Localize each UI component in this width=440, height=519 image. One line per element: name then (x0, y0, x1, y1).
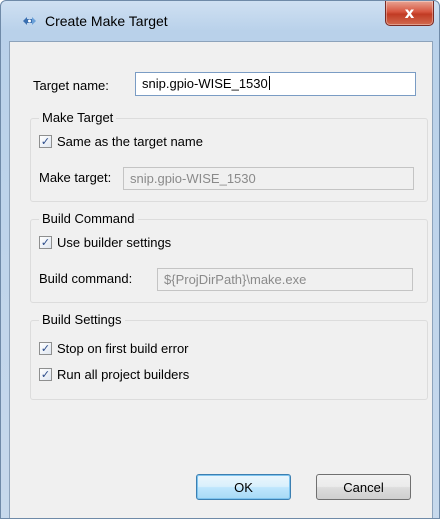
target-name-label: Target name: (33, 77, 109, 93)
run-all-builders-checkbox[interactable]: ✓ Run all project builders (39, 367, 189, 382)
build-command-group: Build Command ✓ Use builder settings Bui… (30, 211, 428, 303)
checkbox-checked-icon: ✓ (39, 368, 52, 381)
same-as-target-name-label: Same as the target name (57, 134, 203, 149)
make-target-value: snip.gpio-WISE_1530 (130, 171, 256, 186)
create-make-target-dialog: Create Make Target x Target name: snip.g… (0, 0, 440, 519)
window-title: Create Make Target (45, 13, 168, 29)
build-command-group-title: Build Command (39, 211, 138, 226)
checkbox-checked-icon: ✓ (39, 342, 52, 355)
close-icon: x (404, 4, 415, 22)
build-settings-group: Build Settings ✓ Stop on first build err… (30, 312, 428, 400)
cancel-button[interactable]: Cancel (316, 474, 411, 500)
target-name-input[interactable]: snip.gpio-WISE_1530 (135, 72, 416, 96)
build-settings-group-title: Build Settings (39, 312, 125, 327)
build-command-label: Build command: (39, 271, 133, 286)
run-all-builders-label: Run all project builders (57, 367, 190, 382)
title-bar[interactable]: Create Make Target x (1, 1, 439, 41)
ok-button-label: OK (234, 479, 253, 495)
make-target-field[interactable]: snip.gpio-WISE_1530 (123, 167, 414, 190)
make-target-row: Make target: (39, 170, 111, 185)
dialog-body: Target name: snip.gpio-WISE_1530 Make Ta… (9, 41, 433, 518)
make-target-label: Make target: (39, 170, 112, 185)
checkbox-checked-icon: ✓ (39, 135, 52, 148)
build-command-value: ${ProjDirPath}\make.exe (164, 272, 307, 287)
cancel-button-label: Cancel (343, 479, 384, 495)
text-caret (268, 76, 270, 90)
use-builder-settings-label: Use builder settings (57, 235, 172, 250)
checkbox-checked-icon: ✓ (39, 236, 52, 249)
stop-on-first-error-checkbox[interactable]: ✓ Stop on first build error (39, 341, 189, 356)
ok-button[interactable]: OK (196, 474, 291, 500)
stop-on-first-error-label: Stop on first build error (57, 341, 189, 356)
build-command-field[interactable]: ${ProjDirPath}\make.exe (157, 268, 413, 291)
build-command-row: Build command: (39, 271, 132, 286)
use-builder-settings-checkbox[interactable]: ✓ Use builder settings (39, 235, 171, 250)
make-target-group-title: Make Target (39, 110, 117, 125)
target-name-value: snip.gpio-WISE_1530 (142, 76, 268, 91)
make-target-group: Make Target ✓ Same as the target name Ma… (30, 110, 428, 202)
target-name-row: Target name: (33, 74, 109, 96)
make-target-icon (23, 17, 36, 25)
close-button[interactable]: x (385, 1, 434, 26)
same-as-target-name-checkbox[interactable]: ✓ Same as the target name (39, 134, 203, 149)
